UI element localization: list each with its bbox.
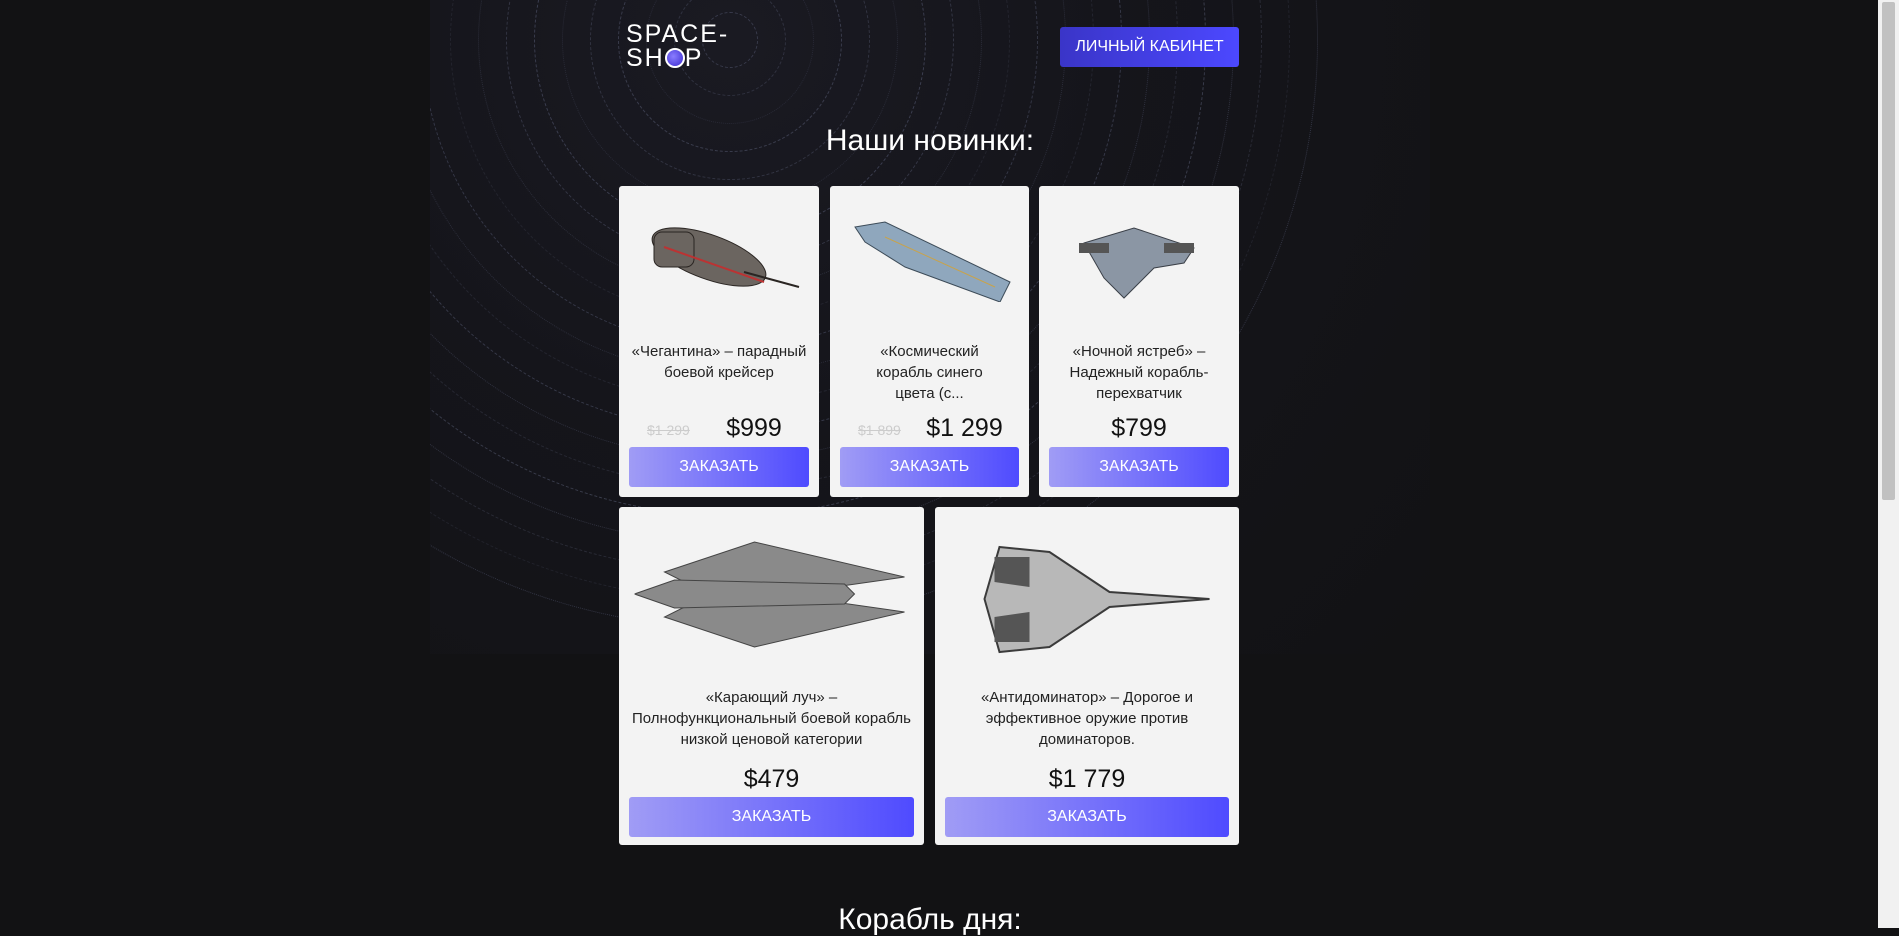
planet-icon — [664, 48, 685, 68]
price: $479 — [743, 765, 800, 793]
product-card: «Чегантина» – парадный боевой крейсер $1… — [619, 186, 819, 497]
order-button[interactable]: ЗАКАЗАТЬ — [945, 797, 1229, 837]
price: $999 — [726, 414, 782, 442]
logo-p: P — [684, 44, 704, 72]
order-button[interactable]: ЗАКАЗАТЬ — [629, 447, 809, 487]
section-title-new: Наши новинки: — [825, 124, 1035, 157]
ship-image — [634, 541, 905, 648]
order-button[interactable]: ЗАКАЗАТЬ — [629, 797, 914, 837]
logo-text-bottom: SH P — [626, 44, 729, 72]
personal-account-button[interactable]: ЛИЧНЫЙ КАБИНЕТ — [1060, 27, 1239, 67]
product-card: «Космический корабль синего цвета (с... … — [830, 186, 1029, 497]
logo[interactable]: SPACE- SH P — [626, 20, 730, 72]
order-button[interactable]: ЗАКАЗАТЬ — [840, 447, 1019, 487]
scrollbar[interactable] — [1878, 0, 1899, 928]
old-price: $1 299 — [647, 422, 690, 438]
product-description: «Ночной ястреб» – Надежный корабль-перех… — [1069, 343, 1209, 402]
scrollbar-thumb[interactable] — [1882, 2, 1895, 500]
product-description: «Космический корабль синего цвета (с... — [876, 343, 983, 402]
product-description: «Чегантина» – парадный боевой крейсер — [631, 343, 807, 381]
price: $1 299 — [926, 414, 1003, 442]
product-card: «Антидоминатор» – Дорогое и эффективное … — [935, 507, 1239, 845]
order-button[interactable]: ЗАКАЗАТЬ — [1049, 447, 1229, 487]
ship-image — [1079, 227, 1195, 299]
product-description: «Карающий луч» – Полнофункциональный бое… — [631, 689, 912, 748]
section-title-ship-of-day: Корабль дня: — [838, 903, 1022, 936]
price-block: $1 899 $1 299 — [830, 414, 1029, 443]
product-card: «Карающий луч» – Полнофункциональный бое… — [619, 507, 924, 845]
logo-sh: SH — [626, 44, 665, 72]
price: $799 — [1111, 414, 1167, 442]
product-description: «Антидоминатор» – Дорогое и эффективное … — [980, 689, 1194, 748]
old-price: $1 899 — [858, 422, 901, 438]
logo-text-top: SPACE- — [626, 20, 730, 48]
price-block: $1 299 $999 — [619, 414, 819, 443]
ship-image — [983, 545, 1210, 654]
product-card: «Ночной ястреб» – Надежный корабль-перех… — [1039, 186, 1239, 497]
price: $1 779 — [1048, 765, 1126, 793]
ship-image — [853, 221, 1011, 302]
ship-image — [651, 227, 800, 288]
